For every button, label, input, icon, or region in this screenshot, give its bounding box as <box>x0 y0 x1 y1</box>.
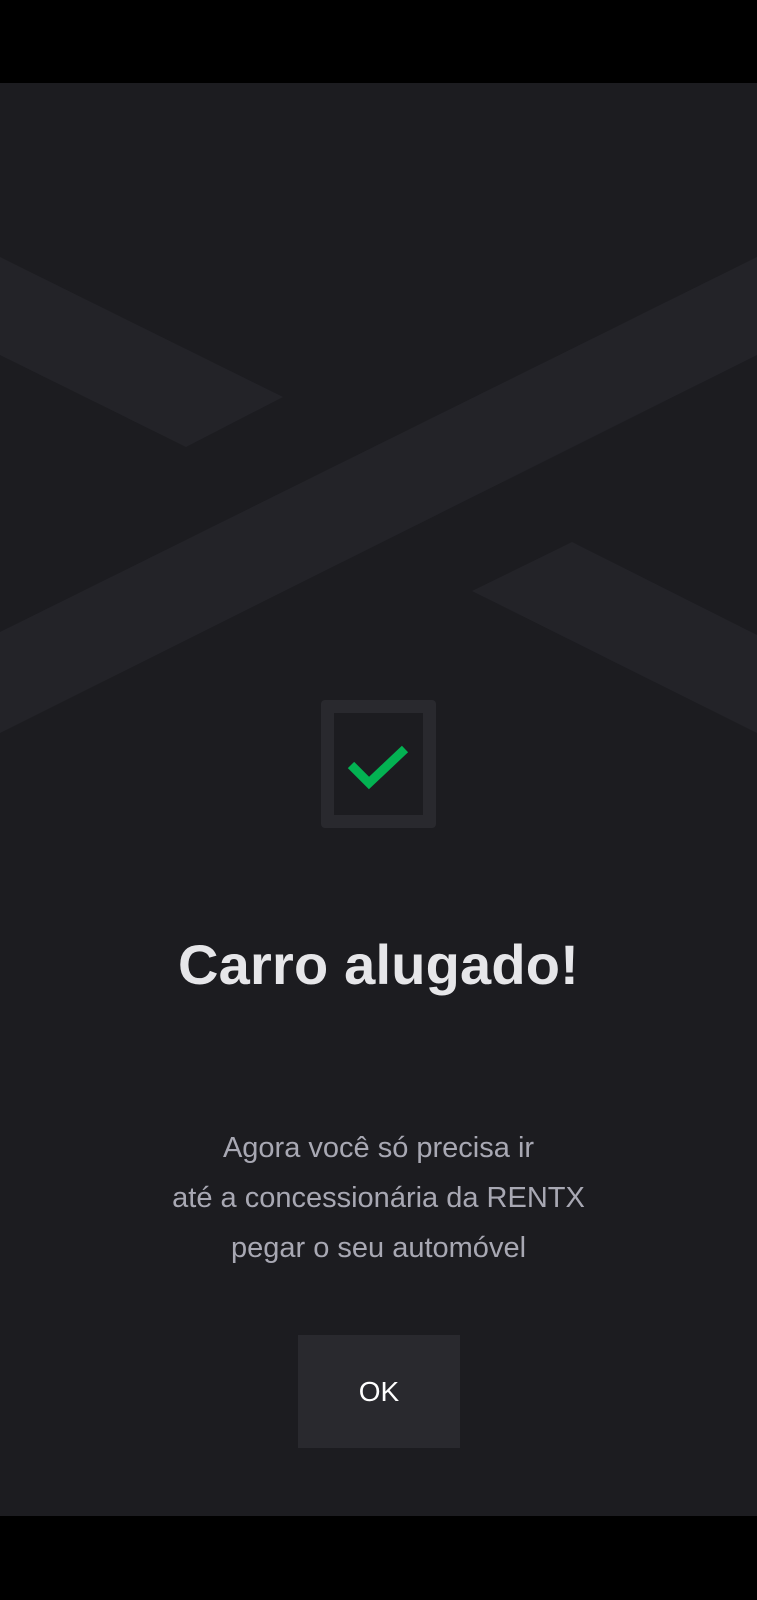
page-title: Carro alugado! <box>177 933 580 996</box>
ok-button[interactable]: OK <box>298 1335 460 1448</box>
check-icon <box>347 745 409 790</box>
status-bar <box>0 0 757 83</box>
navigation-bar <box>0 1516 757 1600</box>
success-message: Agora você só precisa ir até a concessio… <box>0 1123 757 1273</box>
success-icon-frame <box>321 700 436 828</box>
confirmation-screen: Carro alugado! Agora você só precisa ir … <box>0 83 757 1516</box>
message-line: até a concessionária da RENTX <box>172 1182 585 1214</box>
message-line: Agora você só precisa ir <box>222 1132 535 1164</box>
message-line: pegar o seu automóvel <box>230 1232 527 1264</box>
